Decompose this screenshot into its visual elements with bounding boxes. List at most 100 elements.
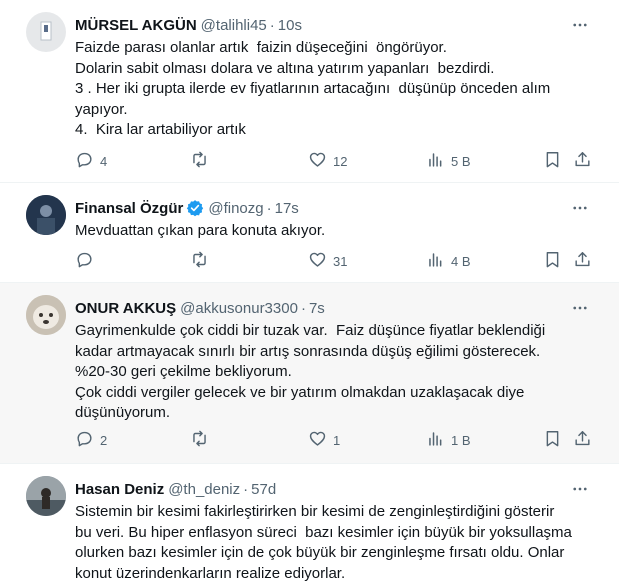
views-count: 5 B — [451, 153, 471, 169]
retweet-button[interactable] — [190, 151, 215, 171]
heart-icon — [308, 429, 327, 451]
reply-button[interactable]: 4 — [75, 151, 107, 171]
views-button[interactable]: 5 B — [426, 151, 471, 171]
share-icon — [573, 250, 592, 272]
bar-chart-icon — [426, 250, 445, 272]
like-button[interactable]: 1 — [308, 430, 340, 450]
share-button[interactable] — [573, 151, 592, 171]
views-count: 4 B — [451, 253, 471, 269]
tweet-time[interactable]: 10s — [278, 17, 302, 34]
bar-chart-icon — [426, 150, 445, 172]
tweet-line: Dolarin sabit olması dolara ve altına ya… — [75, 59, 495, 77]
separator-dot: · — [266, 199, 272, 217]
reply-button[interactable]: 2 — [75, 430, 107, 450]
tweet-text: Gayrimenkulde çok ciddi bir tuzak var. F… — [75, 321, 595, 424]
tweet[interactable]: ONUR AKKUŞ @akkusonur3300 · 7s Gayrimenk… — [0, 283, 619, 464]
tweet-header: Finansal Özgür @finozg · 17s — [75, 198, 299, 218]
bookmark-icon — [543, 150, 562, 172]
bookmark-button[interactable] — [543, 430, 562, 450]
bookmark-button[interactable] — [543, 251, 562, 271]
tweet-line: 4. Kira lar artabiliyor artık — [75, 121, 246, 138]
tweet-time[interactable]: 57d — [251, 481, 276, 498]
share-icon — [573, 429, 592, 451]
separator-dot: · — [300, 299, 306, 317]
tweet-line: 3 . Her iki grupta ilerde ev fiyatlarını… — [75, 80, 551, 97]
avatar[interactable] — [26, 476, 66, 516]
bookmark-button[interactable] — [543, 151, 562, 171]
retweet-icon — [190, 429, 209, 451]
tweet-line: Sistemin bir kesimi fakirleştirirken bir… — [75, 503, 555, 520]
tweet-line: Gayrimenkulde çok ciddi bir tuzak var. F… — [75, 322, 546, 339]
views-button[interactable]: 4 B — [426, 251, 471, 271]
more-options-icon[interactable] — [571, 199, 589, 217]
more-options-icon[interactable] — [571, 480, 589, 498]
reply-count: 2 — [100, 432, 108, 448]
separator-dot: · — [243, 480, 249, 498]
tweet-time[interactable]: 17s — [275, 200, 299, 217]
reply-count: 4 — [100, 153, 108, 169]
tweet-line: olurken bazı kesimler için de çok büyük … — [75, 544, 565, 561]
author-handle[interactable]: @akkusonur3300 — [180, 300, 298, 317]
tweet-text: Faizde parası olanlar artık faizin düşec… — [75, 38, 595, 141]
tweet-line: konut üzerindenkarların realize ediyorla… — [75, 564, 346, 582]
more-options-icon[interactable] — [571, 299, 589, 317]
tweet-text: Mevduattan çıkan para konuta akıyor. — [75, 221, 595, 242]
author-name[interactable]: MÜRSEL AKGÜN — [75, 17, 197, 34]
bookmark-icon — [543, 250, 562, 272]
like-count: 1 — [333, 432, 341, 448]
tweet-actions: 4 12 5 B — [75, 151, 595, 171]
avatar[interactable] — [26, 12, 66, 52]
tweet-line: bu veri. Bu hiper enflasyon süreci bazı … — [75, 523, 572, 541]
like-button[interactable]: 31 — [308, 251, 347, 271]
tweet[interactable]: Hasan Deniz @th_deniz · 57d Sistemin bir… — [0, 464, 619, 584]
reply-icon — [75, 250, 94, 272]
author-handle[interactable]: @talihli45 — [201, 17, 267, 34]
retweet-button[interactable] — [190, 251, 215, 271]
timeline: MÜRSEL AKGÜN @talihli45 · 10s Faizde par… — [0, 0, 619, 584]
tweet-actions: 31 4 B — [75, 251, 595, 271]
tweet-line: Çok ciddi vergiler gelecek ve bir yatırı… — [75, 383, 525, 401]
separator-dot: · — [269, 16, 275, 34]
tweet-text: Sistemin bir kesimi fakirleştirirken bir… — [75, 502, 595, 584]
tweet-actions: 2 1 1 B — [75, 430, 595, 450]
tweet-line: Faizde parası olanlar artık faizin düşec… — [75, 39, 447, 56]
tweet-header: ONUR AKKUŞ @akkusonur3300 · 7s — [75, 298, 325, 318]
share-button[interactable] — [573, 251, 592, 271]
retweet-button[interactable] — [190, 430, 215, 450]
author-name[interactable]: ONUR AKKUŞ — [75, 300, 176, 317]
like-button[interactable]: 12 — [308, 151, 347, 171]
avatar[interactable] — [26, 195, 66, 235]
heart-icon — [308, 150, 327, 172]
author-name[interactable]: Finansal Özgür — [75, 200, 183, 217]
reply-button[interactable] — [75, 251, 100, 271]
like-count: 31 — [333, 253, 348, 269]
reply-icon — [75, 150, 94, 172]
views-button[interactable]: 1 B — [426, 430, 471, 450]
tweet[interactable]: MÜRSEL AKGÜN @talihli45 · 10s Faizde par… — [0, 0, 619, 183]
tweet-line: Mevduattan çıkan para konuta akıyor. — [75, 222, 326, 239]
heart-icon — [308, 250, 327, 272]
author-handle[interactable]: @finozg — [208, 200, 263, 217]
tweet-line: kadar artmayacak sınırlı bir artış sonra… — [75, 342, 541, 360]
retweet-icon — [190, 250, 209, 272]
more-options-icon[interactable] — [571, 16, 589, 34]
views-count: 1 B — [451, 432, 471, 448]
tweet-header: MÜRSEL AKGÜN @talihli45 · 10s — [75, 15, 302, 35]
retweet-icon — [190, 150, 209, 172]
tweet-header: Hasan Deniz @th_deniz · 57d — [75, 479, 276, 499]
author-name[interactable]: Hasan Deniz — [75, 481, 164, 498]
verified-badge-icon — [186, 199, 204, 217]
reply-icon — [75, 429, 94, 451]
author-handle[interactable]: @th_deniz — [168, 481, 240, 498]
share-icon — [573, 150, 592, 172]
bar-chart-icon — [426, 429, 445, 451]
tweet-time[interactable]: 7s — [309, 300, 325, 317]
tweet-line: yapıyor. — [75, 100, 128, 118]
tweet-line: %20-30 geri çekilme bekliyorum. — [75, 363, 292, 380]
tweet-line: düşünüyorum. — [75, 404, 171, 421]
bookmark-icon — [543, 429, 562, 451]
share-button[interactable] — [573, 430, 592, 450]
tweet[interactable]: Finansal Özgür @finozg · 17s Mevduattan … — [0, 183, 619, 283]
avatar[interactable] — [26, 295, 66, 335]
like-count: 12 — [333, 153, 348, 169]
